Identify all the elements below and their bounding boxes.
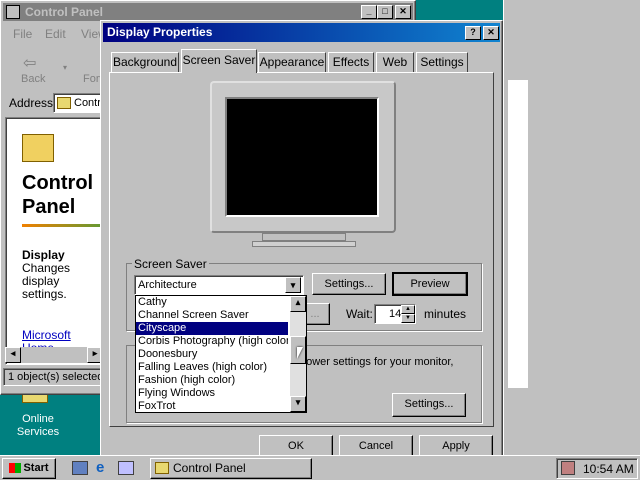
background-panel — [508, 80, 528, 388]
tab-screen-saver[interactable]: Screen Saver — [181, 49, 257, 73]
tab-web[interactable]: Web — [376, 52, 414, 72]
monitor-preview — [210, 81, 396, 233]
background-window — [503, 0, 640, 455]
cancel-button[interactable]: Cancel — [339, 435, 413, 457]
tab-effects[interactable]: Effects — [328, 52, 374, 72]
dropdown-item[interactable]: Flying Windows — [136, 387, 288, 400]
screen-saver-group-label: Screen Saver — [132, 257, 209, 271]
web-view-pane: Control Panel Display Changes display se… — [5, 117, 105, 365]
status-text: 1 object(s) selected — [8, 371, 104, 383]
toolbar: ⇦ Back ▾ Forw — [5, 49, 107, 91]
taskbar-task-label: Control Panel — [173, 461, 246, 475]
dropdown-item[interactable]: Cityscape — [136, 322, 288, 335]
dropdown-item[interactable]: Doonesbury — [136, 348, 288, 361]
quicklaunch-ie-icon[interactable]: e — [96, 460, 104, 476]
preview-button[interactable]: Preview — [392, 272, 468, 296]
dialog-titlebar[interactable]: Display Properties ? ✕ — [103, 23, 500, 42]
horizontal-scrollbar[interactable]: ◂ ▸ — [5, 347, 105, 363]
window-icon — [6, 5, 20, 19]
dropdown-item[interactable]: FoxTrot — [136, 400, 288, 413]
link-microsoft[interactable]: Microsoft — [22, 328, 71, 342]
heading-1: Control — [22, 172, 94, 194]
dropdown-item[interactable]: Cathy — [136, 296, 288, 309]
wait-up-button[interactable]: ▲ — [401, 305, 415, 314]
folder-icon — [57, 97, 71, 109]
back-button-label[interactable]: Back — [21, 73, 45, 85]
control-panel-icon — [155, 462, 169, 474]
scroll-up-button[interactable]: ▴ — [290, 296, 306, 312]
system-tray: 10:54 AM — [556, 458, 638, 479]
screen-saver-select[interactable]: Architecture ▾ — [134, 275, 304, 295]
wait-label: Wait: — [346, 307, 373, 321]
dropdown-item[interactable]: Corbis Photography (high color) — [136, 335, 288, 348]
control-panel-titlebar[interactable]: Control Panel _ □ ✕ — [3, 3, 413, 21]
taskbar: Start e Control Panel 10:54 AM — [0, 455, 640, 480]
heading-2: Panel — [22, 196, 76, 218]
dropdown-arrow-icon[interactable]: ▾ — [63, 63, 67, 72]
desc-line-2: display — [22, 274, 60, 288]
desc-title: Display — [22, 248, 65, 262]
chevron-down-icon[interactable]: ▾ — [285, 277, 301, 293]
screen-saver-settings-button[interactable]: Settings... — [312, 273, 386, 295]
desktop-icon-label-2: Services — [16, 426, 60, 438]
taskbar-control-panel-button[interactable]: Control Panel — [150, 458, 312, 479]
scroll-down-button[interactable]: ▾ — [290, 396, 306, 412]
dropdown-item[interactable]: Falling Leaves (high color) — [136, 361, 288, 374]
quicklaunch-channels-icon[interactable] — [118, 461, 134, 475]
ok-button[interactable]: OK — [259, 435, 333, 457]
control-panel-folder-icon — [22, 134, 54, 162]
back-arrow-icon[interactable]: ⇦ — [23, 53, 36, 73]
minimize-button[interactable]: _ — [361, 5, 377, 19]
monitor-stand — [262, 233, 346, 241]
display-properties-dialog[interactable]: Display Properties ? ✕ Background Screen… — [100, 20, 503, 460]
energy-text: power settings for your monitor, — [300, 356, 454, 368]
tab-settings[interactable]: Settings — [416, 52, 468, 72]
tray-icon[interactable] — [561, 461, 575, 475]
scroll-left-button[interactable]: ◂ — [5, 347, 21, 363]
clock[interactable]: 10:54 AM — [583, 462, 634, 476]
monitor-base — [252, 241, 356, 247]
quicklaunch-desktop-icon[interactable] — [72, 461, 88, 475]
help-button[interactable]: ? — [465, 26, 481, 40]
start-button[interactable]: Start — [2, 458, 56, 479]
dropdown-item[interactable]: Channel Screen Saver — [136, 309, 288, 322]
dialog-title: Display Properties — [107, 25, 213, 39]
menu-bar: File Edit View — [7, 27, 107, 45]
desc-line-3: settings. — [22, 287, 67, 301]
desc-line-1: Changes — [22, 261, 71, 275]
wait-input[interactable]: 14 ▲ ▼ — [374, 304, 416, 324]
dialog-close-button[interactable]: ✕ — [483, 26, 499, 40]
desktop-icon-label: Online — [22, 413, 54, 425]
apply-button[interactable]: Apply — [419, 435, 493, 457]
close-button[interactable]: ✕ — [395, 5, 411, 19]
energy-settings-button[interactable]: Settings... — [392, 393, 466, 417]
mouse-cursor-icon — [297, 347, 303, 359]
wait-down-button[interactable]: ▼ — [401, 314, 415, 323]
start-label: Start — [23, 462, 49, 474]
tab-appearance[interactable]: Appearance — [258, 52, 326, 72]
selected-saver: Architecture — [138, 279, 197, 291]
screen-saver-dropdown-list[interactable]: Cathy Channel Screen Saver Cityscape Corbis… — [135, 295, 307, 413]
windows-logo-icon — [9, 463, 22, 474]
address-value: Contr — [74, 97, 101, 109]
address-bar: Address Contr — [5, 93, 113, 113]
minutes-label: minutes — [424, 307, 467, 321]
address-label: Address — [9, 96, 54, 110]
menu-file[interactable]: File — [13, 27, 32, 41]
monitor-screen — [225, 97, 379, 217]
status-bar: 1 object(s) selected — [3, 368, 105, 386]
control-panel-title: Control Panel — [25, 5, 104, 19]
heading-divider — [22, 224, 104, 227]
tab-background[interactable]: Background — [111, 52, 179, 72]
wait-value: 14 — [389, 308, 402, 320]
maximize-button[interactable]: □ — [377, 5, 393, 19]
dropdown-item[interactable]: Fashion (high color) — [136, 374, 288, 387]
menu-edit[interactable]: Edit — [45, 27, 66, 41]
